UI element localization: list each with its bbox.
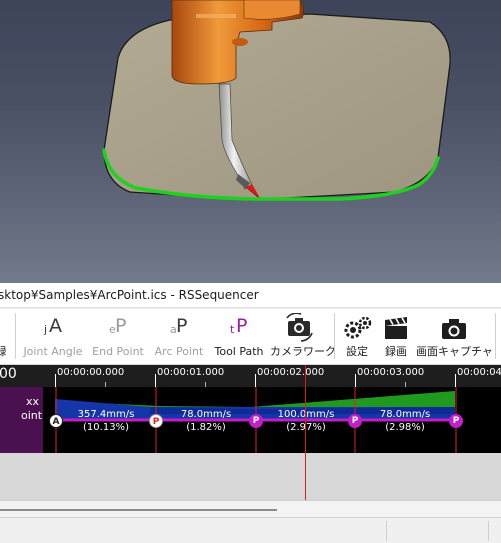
- tool-path-label: Tool Path: [214, 345, 264, 358]
- screen-capture-label: 画面キャプチャ: [416, 345, 493, 358]
- segment-info: 100.0mm/s (2.97%): [262, 408, 350, 434]
- screen-capture-button[interactable]: 画面キャプチャ: [416, 309, 493, 365]
- segment-percent: (2.97%): [262, 421, 350, 434]
- toolbar-separator: [334, 313, 335, 359]
- timeline-marker-point[interactable]: P: [449, 414, 463, 428]
- record-button[interactable]: 録画: [378, 309, 414, 365]
- segment-speed: 78.0mm/s: [379, 409, 431, 420]
- work-plate: [103, 13, 451, 201]
- window-title: sktop¥Samples¥ArcPoint.ics - RSSequencer: [0, 288, 259, 302]
- end-point-label: End Point: [92, 345, 144, 358]
- window-title-bar[interactable]: sktop¥Samples¥ArcPoint.ics - RSSequencer: [0, 283, 501, 308]
- timeline-empty-area[interactable]: [0, 453, 501, 500]
- camera-work-label: カメラワーク: [270, 345, 336, 358]
- toolbar-separator: [15, 313, 16, 359]
- timeline-marker-point[interactable]: P: [149, 414, 163, 428]
- timeline-marker-point[interactable]: P: [348, 414, 362, 428]
- scrollbar-thumb[interactable]: [0, 509, 277, 511]
- segment-info: 357.4mm/s (10.13%): [62, 408, 150, 434]
- segment-speed: 100.0mm/s: [262, 408, 350, 421]
- end-point-button[interactable]: e P End Point: [87, 309, 149, 365]
- joint-angle-button[interactable]: j A Joint Angle: [19, 309, 87, 365]
- arc-point-icon: a P: [170, 315, 188, 337]
- timeline-playhead[interactable]: [305, 365, 306, 500]
- clapperboard-icon: [378, 309, 414, 345]
- tool-path-button[interactable]: t P Tool Path: [210, 309, 268, 365]
- arc-point-button[interactable]: a P Arc Point: [150, 309, 208, 365]
- joint-angle-icon: j A: [44, 315, 62, 337]
- record-label: 録画: [385, 345, 407, 358]
- ruler-label: 00:00:03.000: [357, 367, 425, 378]
- segment-speed: 357.4mm/s: [77, 409, 135, 420]
- timeline-track[interactable]: xx oint A P P P P 357.4mm/s (10.13%) 78.…: [0, 387, 501, 453]
- segment-percent: (2.98%): [385, 422, 425, 433]
- segment-speed: 78.0mm/s: [180, 409, 232, 420]
- segment-percent: (10.13%): [83, 422, 129, 433]
- gears-icon: [338, 309, 376, 345]
- end-point-icon: e P: [109, 315, 127, 337]
- settings-label: 設定: [346, 345, 368, 358]
- ruler-label: 00:00:01.000: [157, 367, 225, 378]
- status-bar: [0, 517, 501, 543]
- scene-render: [102, 0, 451, 201]
- toolbar-cut-button[interactable]: 録: [0, 309, 8, 365]
- segment-percent: (1.82%): [186, 422, 226, 433]
- settings-button[interactable]: 設定: [338, 309, 376, 365]
- 3d-viewport[interactable]: [0, 0, 501, 283]
- camera-work-button[interactable]: カメラワーク: [270, 309, 336, 365]
- arc-point-label: Arc Point: [154, 345, 204, 358]
- camera-work-icon: [270, 309, 330, 345]
- tool-path-icon: t P: [230, 315, 248, 337]
- toolbar: 録 j A Joint Angle e P End Point a P Arc …: [0, 309, 501, 365]
- ruler-label: 00:00:02.000: [257, 367, 325, 378]
- toolbar-separator: [495, 313, 496, 359]
- ruler-cut-label: 00: [0, 366, 17, 382]
- timeline-marker-arc[interactable]: A: [49, 414, 63, 428]
- segment-info: 78.0mm/s (2.98%): [361, 408, 449, 434]
- ruler-label: 00:00:04.: [457, 367, 501, 378]
- joint-angle-label: Joint Angle: [23, 345, 83, 358]
- segment-info: 78.0mm/s (1.82%): [162, 408, 250, 434]
- ruler-label: 00:00:00.000: [57, 367, 125, 378]
- camera-icon: [416, 309, 492, 345]
- timeline-marker-point[interactable]: P: [249, 414, 263, 428]
- horizontal-scrollbar[interactable]: [0, 500, 501, 517]
- timeline-ruler[interactable]: 00 00:00:00.000 00:00:01.000 00:00:02.00…: [0, 365, 501, 387]
